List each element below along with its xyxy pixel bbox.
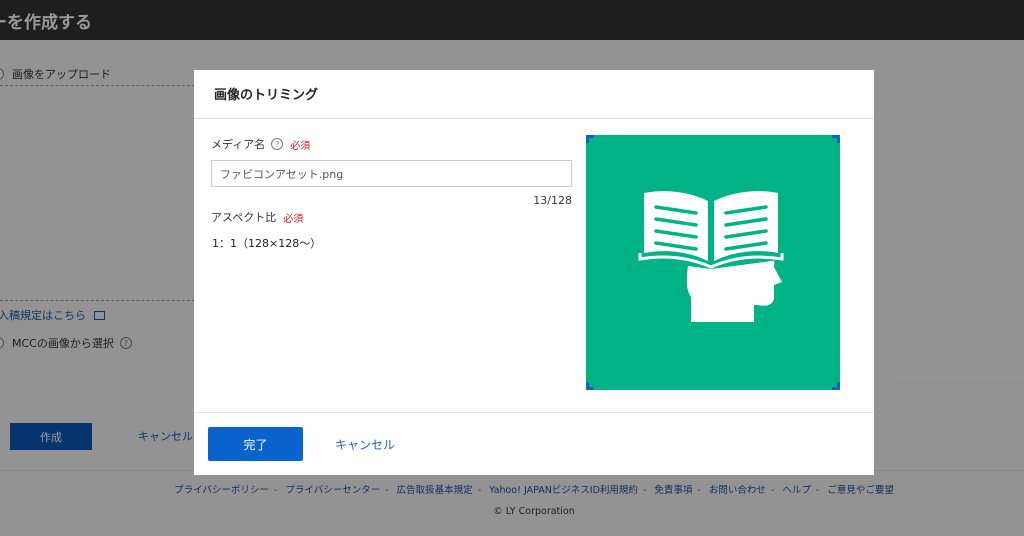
- crop-handle-top-left[interactable]: [586, 135, 594, 143]
- crop-handle-top-right[interactable]: [832, 135, 840, 143]
- crop-modal: 画像のトリミング メディア名 ? 必須 13/128 アスペクト比 必須 1：1…: [194, 70, 874, 475]
- modal-divider-bottom: [194, 412, 874, 413]
- modal-divider-top: [194, 118, 874, 119]
- char-counter: 13/128: [533, 194, 572, 207]
- book-head-icon: [636, 191, 786, 322]
- crop-area[interactable]: [586, 135, 840, 390]
- aspect-label: アスペクト比: [211, 211, 277, 224]
- crop-handle-bottom-right[interactable]: [832, 382, 840, 390]
- modal-title: 画像のトリミング: [214, 88, 319, 103]
- cancel-button[interactable]: キャンセル: [335, 436, 395, 453]
- aspect-value: 1：1（128×128〜）: [212, 237, 322, 250]
- crop-handle-bottom-left[interactable]: [586, 382, 594, 390]
- media-name-label-row: メディア名 ? 必須: [211, 136, 310, 152]
- aspect-label-row: アスペクト比 必須: [211, 209, 303, 225]
- required-badge: 必須: [290, 140, 311, 152]
- media-name-input[interactable]: [211, 160, 572, 187]
- required-badge: 必須: [283, 213, 304, 225]
- done-button[interactable]: 完了: [208, 427, 303, 461]
- question-circle-icon[interactable]: ?: [271, 138, 284, 150]
- media-name-label: メディア名: [211, 138, 266, 151]
